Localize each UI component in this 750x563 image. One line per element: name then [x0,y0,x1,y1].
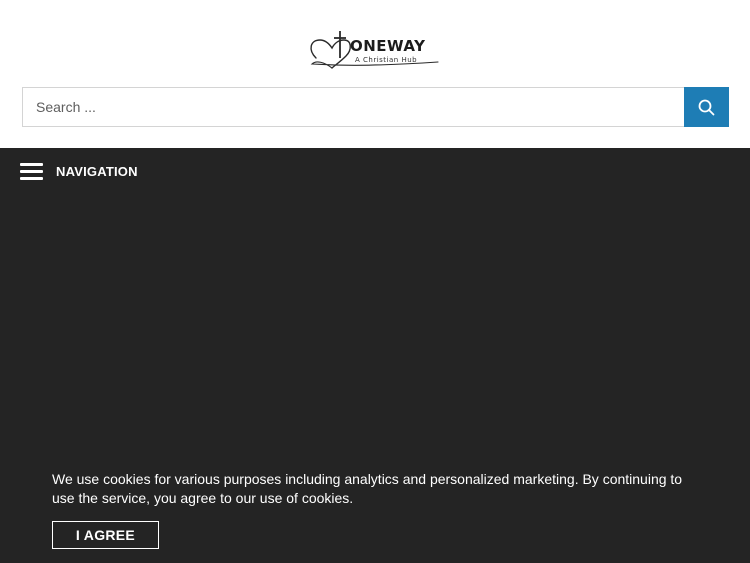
cookie-banner: We use cookies for various purposes incl… [0,455,750,563]
cookie-agree-button[interactable]: I AGREE [52,521,159,549]
navigation-toggle[interactable]: NAVIGATION [20,161,138,181]
hamburger-icon [20,162,43,180]
logo-title: ONEWAY [350,37,426,55]
search-button[interactable] [684,87,729,127]
logo-tagline: A Christian Hub [355,56,418,64]
navigation-label: NAVIGATION [56,163,138,179]
site-logo[interactable]: ONEWAY A Christian Hub [308,28,444,76]
cookie-message: We use cookies for various purposes incl… [52,471,683,506]
site-header: ONEWAY A Christian Hub [0,0,750,148]
search-form [22,87,729,127]
search-input[interactable] [22,87,684,127]
search-icon [698,99,715,115]
